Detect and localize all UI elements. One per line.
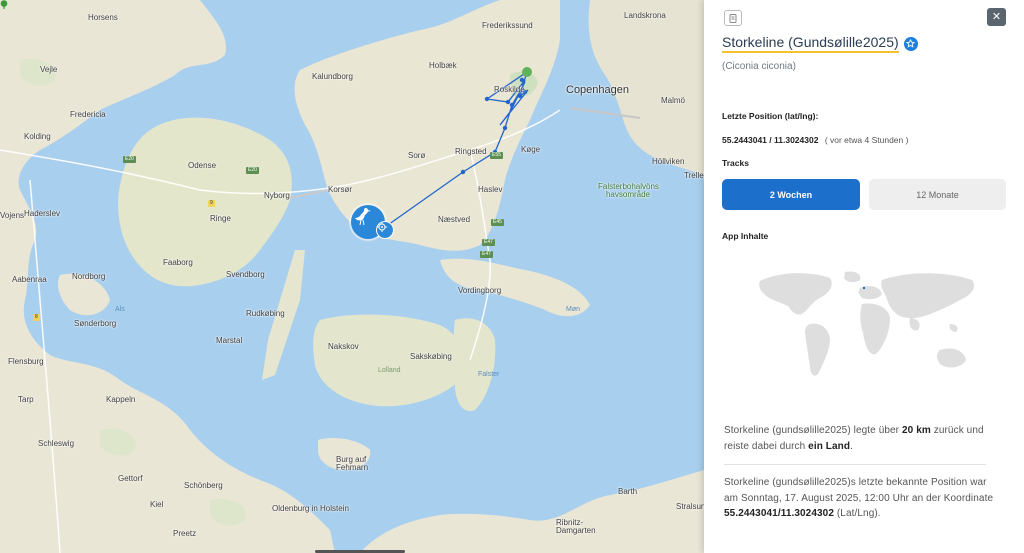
summary-prefix: Storkeline (gundsølille2025) legte über: [724, 425, 902, 436]
divider: [724, 464, 986, 465]
place-label: Ringsted: [455, 147, 487, 156]
place-label: Møn: [566, 306, 580, 313]
place-label: Lolland: [378, 367, 401, 374]
last-position-value: 55.2443041 / 11.3024302 ( vor etwa 4 Stu…: [722, 135, 908, 145]
coords-ago: ( vor etwa 4 Stunden ): [824, 135, 909, 145]
place-label: Haderslev: [24, 209, 61, 218]
animal-title: Storkeline (Gundsølille2025): [722, 34, 899, 53]
place-label: Falster: [478, 371, 500, 378]
place-label: Frederikssund: [482, 21, 533, 30]
crosshair-icon: [377, 222, 387, 232]
place-label: Als: [115, 306, 125, 313]
road-shield: E45: [491, 219, 504, 226]
place-label: Nordborg: [72, 272, 106, 281]
share-button[interactable]: [724, 10, 742, 26]
place-label: Stralsund: [676, 502, 704, 511]
place-label: Roskilde: [494, 85, 525, 94]
place-label: Rudkøbing: [246, 309, 285, 318]
place-label: Höllviken: [652, 157, 685, 166]
place-label-city: Copenhagen: [566, 84, 630, 96]
summary-suffix: .: [850, 440, 853, 452]
place-label: Næstved: [438, 215, 471, 224]
track-2-weeks-button[interactable]: 2 Wochen: [722, 179, 860, 210]
place-label: Korsør: [328, 185, 352, 194]
document-icon: [729, 13, 737, 23]
summary-distance: 20 km: [902, 425, 931, 436]
place-label: Barth: [618, 487, 638, 496]
place-label: Burg auf Fehmarn: [336, 455, 369, 472]
summary-countries: ein Land: [808, 440, 851, 452]
place-label: Marstal: [216, 336, 243, 345]
place-label: Svendborg: [226, 270, 265, 279]
verified-star-icon: [903, 36, 918, 51]
stork-icon: [355, 208, 371, 226]
road-shield: E20: [123, 156, 136, 163]
place-label: Flensburg: [8, 357, 44, 366]
road-shield: E47: [480, 251, 493, 258]
last-known-coords: 55.2443041/11.3024302: [724, 508, 834, 519]
title-row: Storkeline (Gundsølille2025): [722, 34, 918, 53]
road-shield: 8: [33, 314, 40, 321]
place-label: Vordingborg: [458, 286, 502, 295]
place-label: Malmö: [661, 96, 686, 105]
place-label: Horsens: [88, 13, 118, 22]
place-label: Aabenraa: [12, 275, 47, 284]
place-label: Sakskøbing: [410, 352, 452, 361]
place-label: Falsterbohalvöns havsområde: [598, 182, 659, 199]
place-label: Køge: [521, 145, 541, 154]
track-12-months-button[interactable]: 12 Monate: [869, 179, 1006, 210]
tracks-label: Tracks: [722, 158, 749, 168]
place-label: Vojens: [0, 211, 25, 220]
last-known-text: Storkeline (gundsølille2025)s letzte bek…: [724, 475, 994, 522]
close-icon: ✕: [991, 10, 1002, 23]
place-label: Kalundborg: [312, 72, 353, 81]
place-label: Gettorf: [118, 474, 143, 483]
summary-text: Storkeline (gundsølille2025) legte über …: [724, 423, 994, 454]
road-shield: 9: [208, 200, 215, 207]
place-label: Faaborg: [163, 258, 193, 267]
place-label: Nyborg: [264, 191, 290, 200]
place-label: Haslev: [478, 185, 503, 194]
locate-button[interactable]: [376, 221, 394, 239]
place-label: Trelleborg: [684, 171, 704, 180]
place-label: Ribnitz-Damgarten: [556, 518, 596, 535]
park-icon: [0, 0, 8, 9]
place-label: Sønderborg: [74, 319, 117, 328]
road-shield: E20: [246, 167, 259, 174]
place-label: Ringe: [210, 214, 231, 223]
road-shield: E47: [482, 239, 495, 246]
place-label: Oldenburg in Holstein: [272, 504, 349, 513]
place-label: Schönberg: [184, 481, 223, 490]
last-known-prefix: Storkeline (gundsølille2025)s letzte bek…: [724, 477, 994, 504]
place-label: Tarp: [18, 395, 34, 404]
place-label: Odense: [188, 161, 217, 170]
close-button[interactable]: ✕: [987, 8, 1006, 26]
place-label: Sorø: [408, 151, 426, 160]
place-label: Schleswig: [38, 439, 75, 448]
map-view[interactable]: Horsens Vejle Fredericia Kolding Hadersl…: [0, 0, 704, 553]
last-position-label: Letzte Position (lat/lng):: [722, 111, 819, 121]
place-label: Kolding: [24, 132, 51, 141]
place-label: Holbæk: [429, 61, 457, 70]
place-label: Vejle: [40, 65, 58, 74]
place-label: Kappeln: [106, 395, 136, 404]
app-content-label: App Inhalte: [722, 231, 769, 241]
last-known-suffix: (Lat/Lng).: [834, 508, 881, 519]
world-map-icon: [759, 271, 975, 376]
detail-panel: ✕ Storkeline (Gundsølille2025) (Ciconia …: [704, 0, 1024, 553]
place-label: Fredericia: [70, 110, 106, 119]
place-label: Landskrona: [624, 11, 666, 20]
coords-value: 55.2443041 / 11.3024302: [722, 135, 819, 145]
place-label: Preetz: [173, 529, 197, 538]
place-label: Kiel: [150, 500, 164, 509]
road-shield: E55: [490, 152, 503, 159]
species-name: (Ciconia ciconia): [722, 61, 796, 72]
place-label: Nakskov: [328, 342, 359, 351]
